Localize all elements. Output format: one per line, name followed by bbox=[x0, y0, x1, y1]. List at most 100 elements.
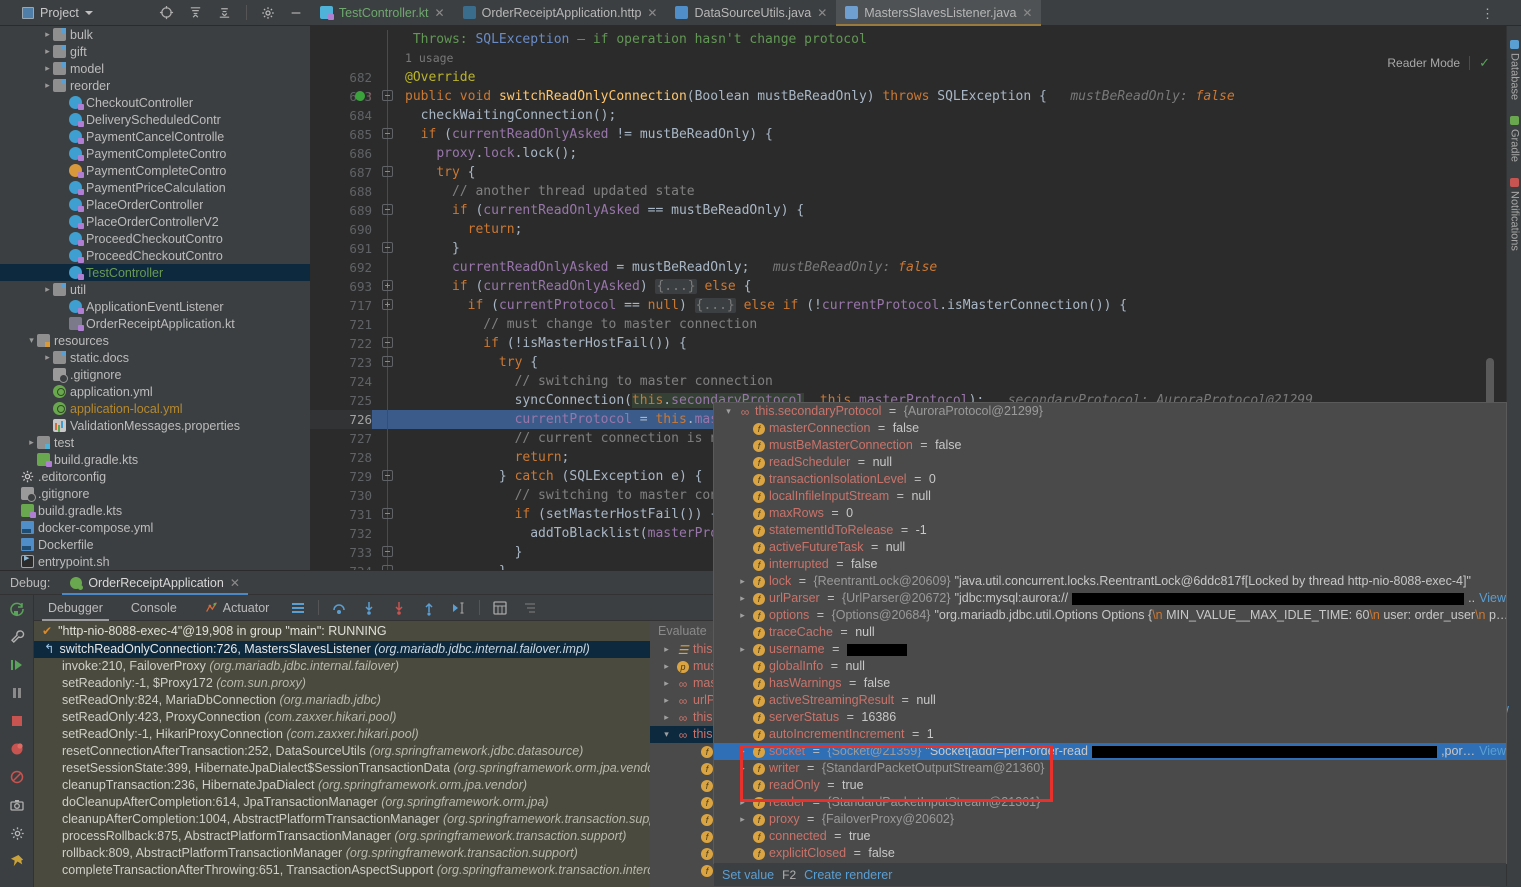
line-number[interactable]: 723 bbox=[310, 353, 372, 372]
line-number[interactable]: 733 bbox=[310, 543, 372, 562]
tree-item-static-docs[interactable]: ▸ static.docs bbox=[0, 349, 310, 366]
line-number[interactable]: 734 bbox=[310, 562, 372, 570]
tree-item-placeordercontroller[interactable]: PlaceOrderController bbox=[0, 196, 310, 213]
chevron-right-icon[interactable]: ▸ bbox=[42, 80, 53, 91]
tree-item-util[interactable]: ▸ util bbox=[0, 281, 310, 298]
right-rail-notifications[interactable]: Notifications bbox=[1509, 178, 1521, 251]
chevron-right-icon[interactable]: ▸ bbox=[42, 352, 53, 363]
right-rail-database[interactable]: Database bbox=[1509, 40, 1521, 100]
chevron-right-icon[interactable]: ▸ bbox=[736, 607, 749, 624]
right-tool-rail[interactable]: Database Gradle Notifications bbox=[1506, 26, 1521, 886]
gutter-marks[interactable] bbox=[376, 372, 400, 391]
layout-icon[interactable] bbox=[283, 595, 313, 621]
line-number[interactable]: 693 bbox=[310, 277, 372, 296]
fold-marker-icon[interactable] bbox=[382, 204, 393, 215]
stack-frame[interactable]: setReadOnly:423, ProxyConnection (com.za… bbox=[34, 709, 650, 726]
gutter-marks[interactable] bbox=[376, 334, 400, 353]
inspections-ok-icon[interactable]: ✓ bbox=[1479, 55, 1490, 71]
line-number[interactable]: 724 bbox=[310, 372, 372, 391]
variable-row[interactable]: ▸ f lock = {ReentrantLock@20609} "java.uti… bbox=[714, 573, 1506, 590]
fold-marker-icon[interactable] bbox=[382, 337, 393, 348]
variable-row[interactable]: ▸ f reader = {StandardPacketInputStream@21… bbox=[714, 794, 1506, 811]
stack-frame[interactable]: setReadonly:-1, $Proxy172 (com.sun.proxy… bbox=[34, 675, 650, 692]
gutter-marks[interactable] bbox=[376, 486, 400, 505]
fold-marker-icon[interactable] bbox=[382, 546, 393, 557]
gutter-marks[interactable] bbox=[376, 524, 400, 543]
debug-tab-console[interactable]: Console bbox=[117, 595, 191, 621]
tree-item-proceedcheckoutcontro[interactable]: ProceedCheckoutContro bbox=[0, 230, 310, 247]
tree-item-orderreceiptapplication-kt[interactable]: OrderReceiptApplication.kt bbox=[0, 315, 310, 332]
mute-breakpoints-icon[interactable] bbox=[515, 595, 545, 621]
set-value-link[interactable]: Set value bbox=[722, 868, 774, 882]
tree-item-build-gradle-kts[interactable]: build.gradle.kts bbox=[0, 502, 310, 519]
chevron-right-icon[interactable]: ▸ bbox=[42, 46, 53, 57]
line-number[interactable]: 692 bbox=[310, 258, 372, 277]
pause-program-icon[interactable] bbox=[0, 679, 34, 707]
editor-tab-testcontroller-kt[interactable]: TestController.kt ✕ bbox=[311, 0, 454, 26]
thread-row[interactable]: ✔ "http-nio-8088-exec-4"@19,908 in group… bbox=[34, 621, 650, 641]
tree-item-reorder[interactable]: ▸ reorder bbox=[0, 77, 310, 94]
pin-icon[interactable] bbox=[0, 847, 34, 875]
gutter-marks[interactable] bbox=[376, 258, 400, 277]
tree-item-bulk[interactable]: ▸ bulk bbox=[0, 26, 310, 43]
line-number[interactable]: 687 bbox=[310, 163, 372, 182]
fold-marker-icon[interactable] bbox=[382, 470, 393, 481]
chevron-right-icon[interactable]: ▸ bbox=[660, 641, 673, 658]
close-icon[interactable]: ✕ bbox=[817, 7, 827, 19]
tree-item-test[interactable]: ▸ test bbox=[0, 434, 310, 451]
stack-frame[interactable]: resetSessionState:399, HibernateJpaDiale… bbox=[34, 760, 650, 777]
line-number[interactable]: 728 bbox=[310, 448, 372, 467]
tree-item-paymentpricecalculation[interactable]: PaymentPriceCalculation bbox=[0, 179, 310, 196]
chevron-right-icon[interactable]: ▸ bbox=[736, 794, 749, 811]
settings-icon[interactable] bbox=[0, 819, 34, 847]
fold-marker-icon[interactable] bbox=[382, 299, 393, 310]
gutter-marks[interactable] bbox=[376, 163, 400, 182]
line-number[interactable]: 731 bbox=[310, 505, 372, 524]
gutter-marks[interactable] bbox=[376, 467, 400, 486]
gutter-marks[interactable] bbox=[376, 49, 400, 68]
tree-item-model[interactable]: ▸ model bbox=[0, 60, 310, 77]
right-rail-gradle[interactable]: Gradle bbox=[1509, 116, 1521, 162]
close-icon[interactable]: ✕ bbox=[647, 7, 657, 19]
project-view-switcher[interactable]: Project bbox=[22, 6, 93, 20]
variable-row[interactable]: f statementIdToRelease = -1 bbox=[714, 522, 1506, 539]
gutter-marks[interactable] bbox=[376, 543, 400, 562]
gutter-marks[interactable] bbox=[376, 106, 400, 125]
tree-item-entrypoint-sh[interactable]: entrypoint.sh bbox=[0, 553, 310, 570]
variable-row[interactable]: f hasWarnings = false bbox=[714, 675, 1506, 692]
debug-action-rail[interactable] bbox=[0, 595, 34, 887]
variable-row[interactable]: f activeFutureTask = null bbox=[714, 539, 1506, 556]
main-menu-icon[interactable]: ⋮ bbox=[1481, 6, 1495, 22]
chevron-right-icon[interactable]: ▸ bbox=[660, 658, 673, 675]
stack-frame[interactable]: completeTransactionAfterThrowing:651, Tr… bbox=[34, 862, 650, 879]
variable-row[interactable]: ▸ f socket = {Socket@21359} "Socket[addr=p… bbox=[714, 743, 1506, 760]
gutter-marks[interactable] bbox=[376, 448, 400, 467]
chevron-right-icon[interactable]: ▸ bbox=[660, 675, 673, 692]
chevron-right-icon[interactable]: ▸ bbox=[42, 284, 53, 295]
hide-panel-icon[interactable] bbox=[289, 6, 303, 20]
tree-item-validationmessages-properties[interactable]: ValidationMessages.properties bbox=[0, 417, 310, 434]
line-number[interactable]: 689 bbox=[310, 201, 372, 220]
tree-item-deliveryscheduledcontr[interactable]: DeliveryScheduledContr bbox=[0, 111, 310, 128]
stack-frame[interactable]: setReadOnly:824, MariaDbConnection (org.… bbox=[34, 692, 650, 709]
close-icon[interactable]: ✕ bbox=[435, 7, 445, 19]
line-number[interactable]: 729 bbox=[310, 467, 372, 486]
gutter-marks[interactable] bbox=[376, 239, 400, 258]
fold-marker-icon[interactable] bbox=[382, 356, 393, 367]
stack-frame[interactable]: invoke:210, FailoverProxy (org.mariadb.j… bbox=[34, 658, 650, 675]
gutter-marks[interactable] bbox=[376, 353, 400, 372]
chevron-right-icon[interactable]: ▸ bbox=[42, 63, 53, 74]
tree-item-dockerfile[interactable]: Dockerfile bbox=[0, 536, 310, 553]
variable-popup-footer[interactable]: Set value F2 Create renderer bbox=[714, 863, 1506, 886]
stack-frame[interactable]: ↰ switchReadOnlyConnection:726, MastersSl… bbox=[34, 641, 650, 658]
view-breakpoints-icon[interactable] bbox=[0, 735, 34, 763]
line-number[interactable]: 727 bbox=[310, 429, 372, 448]
variable-row[interactable]: f traceCache = null bbox=[714, 624, 1506, 641]
line-number[interactable]: 732 bbox=[310, 524, 372, 543]
line-number[interactable]: 717 bbox=[310, 296, 372, 315]
variable-row[interactable]: f explicitClosed = false bbox=[714, 845, 1506, 862]
line-number[interactable]: 686 bbox=[310, 144, 372, 163]
stack-frame[interactable]: cleanupTransaction:236, HibernateJpaDial… bbox=[34, 777, 650, 794]
step-into-icon[interactable] bbox=[354, 595, 384, 621]
chevron-right-icon[interactable]: ▸ bbox=[736, 760, 749, 777]
